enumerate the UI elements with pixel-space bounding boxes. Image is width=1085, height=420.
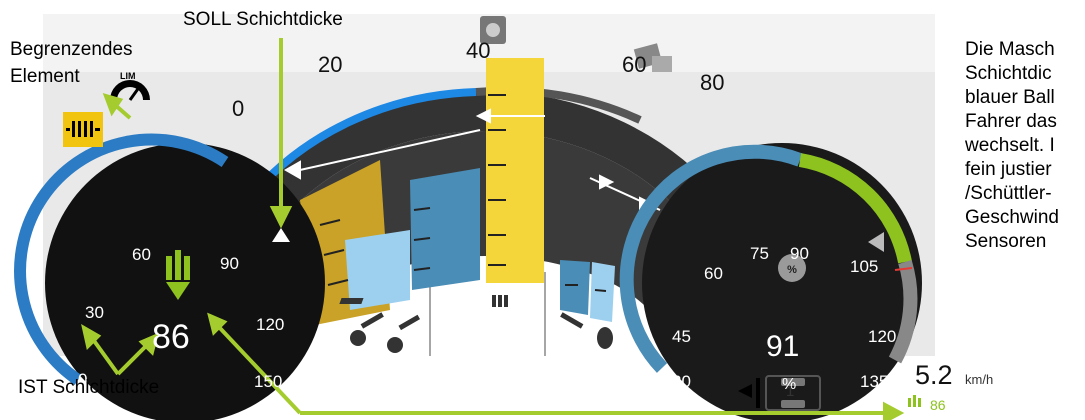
description-line: Sensoren	[965, 231, 1047, 252]
left-gauge-value: 86	[152, 318, 190, 356]
description-line: Geschwind	[965, 207, 1059, 228]
right-gauge-tick-105: 105	[850, 257, 879, 276]
left-gauge-tick-60: 60	[132, 245, 151, 264]
description-text: Die Masch Schichtdic blauer Ball Fahrer …	[965, 38, 1083, 254]
top-arc-tick-40: 40	[466, 38, 491, 63]
right-gauge-tick-75: 75	[750, 244, 769, 263]
top-arc-tick-60: 60	[622, 52, 647, 77]
bar-yellow-center	[486, 58, 544, 283]
lim-label: LIM	[120, 71, 136, 81]
bar-lightblue-right	[590, 262, 615, 322]
left-gauge-tick-150: 150	[254, 372, 283, 391]
limiting-element-label-line1: Begrenzendes	[10, 39, 133, 60]
right-gauge-tick-60: 60	[704, 264, 723, 283]
right-gauge-tick-30: 30	[672, 372, 691, 391]
layer-thickness-small-icon	[908, 395, 921, 407]
right-gauge-value: 91	[766, 330, 800, 363]
left-gauge-tick-90: 90	[220, 254, 239, 273]
limiting-element-label-line2: Element	[10, 66, 80, 87]
right-gauge-tick-90: 90	[790, 244, 809, 263]
description-line: wechselt. I	[965, 135, 1055, 156]
description-line: Die Masch	[965, 39, 1055, 60]
speed-value: 5.2	[915, 360, 953, 390]
right-gauge-tick-135: 135	[860, 372, 889, 391]
gear-number: 1	[786, 383, 795, 400]
description-line: blauer Ball	[965, 87, 1055, 108]
top-arc-tick-80: 80	[700, 70, 725, 95]
top-arc-tick-20: 20	[318, 52, 343, 77]
description-line: Fahrer das	[965, 111, 1057, 132]
speed-unit: km/h	[965, 372, 994, 387]
top-arc-tick-0: 0	[232, 96, 245, 121]
description-line: fein justier	[965, 159, 1052, 180]
left-gauge-tick-120: 120	[256, 315, 285, 334]
ist-label: IST Schichtdicke	[18, 377, 160, 398]
left-gauge-tick-30: 30	[85, 303, 104, 322]
description-line: /Schüttler-	[965, 183, 1052, 204]
description-line: Schichtdic	[965, 63, 1052, 84]
svg-text:%: %	[787, 264, 797, 276]
layer-thickness-value: 86	[930, 397, 946, 413]
bar-blue-right	[560, 260, 590, 315]
right-gauge-tick-45: 45	[672, 327, 691, 346]
soll-label: SOLL Schichtdicke	[183, 9, 343, 30]
right-gauge-tick-120: 120	[868, 327, 897, 346]
dashboard-graphic: %	[14, 14, 935, 420]
bar-blue-left	[410, 168, 480, 290]
